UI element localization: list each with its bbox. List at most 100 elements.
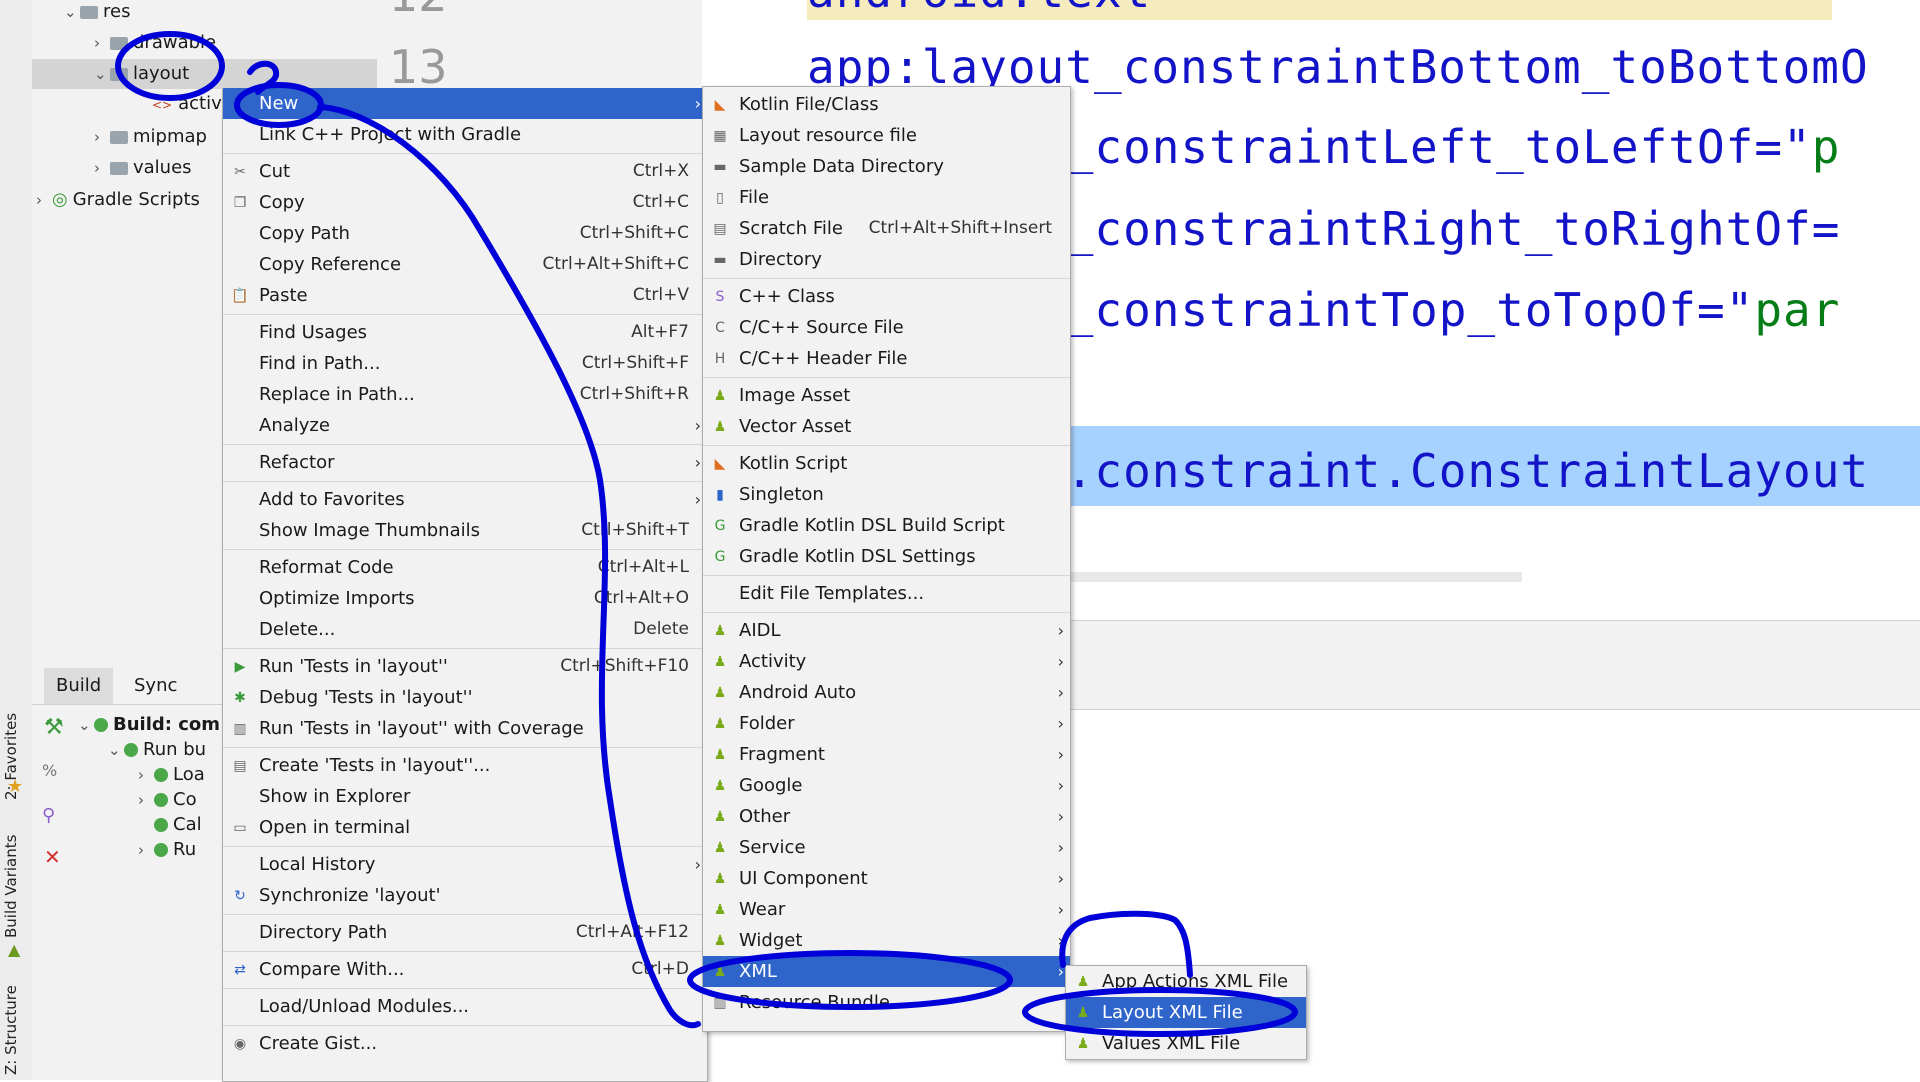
context-menu-item[interactable]: ▶ Run 'Tests in 'layout'' Ctrl+Shift+F10 [223,651,707,682]
new-menu-item[interactable]: ▤ Scratch File Ctrl+Alt+Shift+Insert [703,213,1070,244]
new-menu-item[interactable]: ◣ Kotlin File/Class [703,89,1070,120]
context-menu-item-label: Create 'Tests in 'layout''... [259,755,491,776]
shortcut-label: Ctrl+D [631,959,689,979]
line-number: 13 [389,40,448,94]
context-menu-item[interactable]: ▥ Run 'Tests in 'layout'' with Coverage [223,713,707,744]
toggle-view-icon[interactable]: % [42,761,57,780]
new-menu-item-label: Edit File Templates... [739,583,925,604]
context-menu-item[interactable]: Refactor › [223,447,707,478]
horizontal-scrollbar[interactable] [1067,572,1522,582]
new-menu-item[interactable]: ♟ UI Component › [703,863,1070,894]
new-menu-item[interactable]: ♟ Activity › [703,646,1070,677]
context-menu-item[interactable]: ◉ Create Gist... [223,1028,707,1059]
tree-item-values[interactable]: › values [94,153,192,183]
new-menu-item[interactable]: ♟ AIDL › [703,615,1070,646]
shortcut-label: Ctrl+Alt+Shift+C [542,254,689,274]
new-menu-item[interactable]: ▬ Directory [703,244,1070,275]
new-menu-item[interactable]: ▥ Resource Bundle [703,987,1070,1018]
ok-status-icon [94,718,108,732]
tab-build[interactable]: Build [44,668,114,704]
new-menu-item[interactable]: ▮ Singleton [703,479,1070,510]
new-menu-item[interactable]: ♟ Folder › [703,708,1070,739]
android-icon: ♟ [713,778,727,794]
context-menu-item[interactable]: ⇄ Compare With... Ctrl+D [223,954,707,985]
context-menu-item[interactable]: Show in Explorer [223,781,707,812]
chevron-right-icon: › [1057,652,1064,671]
context-menu-item[interactable]: ▤ Create 'Tests in 'layout''... [223,750,707,781]
context-menu-item[interactable]: Optimize Imports Ctrl+Alt+O [223,583,707,614]
build-variants-tab[interactable]: Build Variants [2,828,28,938]
pin-icon[interactable]: ⚲ [42,805,55,826]
scratch-icon: ▤ [713,221,727,237]
new-menu-item[interactable]: G Gradle Kotlin DSL Settings [703,541,1070,572]
context-menu-item[interactable]: ↻ Synchronize 'layout' [223,880,707,911]
tree-item-res[interactable]: ⌄ res [64,0,130,27]
new-menu-item[interactable]: ▦ Layout resource file [703,120,1070,151]
new-menu-item[interactable]: G Gradle Kotlin DSL Build Script [703,510,1070,541]
menu-separator [703,612,1070,613]
context-menu-item[interactable]: Directory Path Ctrl+Alt+F12 [223,917,707,948]
context-menu-item[interactable]: Find in Path... Ctrl+Shift+F [223,348,707,379]
new-menu-item[interactable]: ◣ Kotlin Script [703,448,1070,479]
tab-sync[interactable]: Sync [122,668,189,704]
tree-item-layout[interactable]: ⌄ layout [32,59,377,89]
new-menu-item[interactable]: ♟ Android Auto › [703,677,1070,708]
shortcut-label: Ctrl+Shift+T [581,520,689,540]
new-menu-item[interactable]: ♟ Image Asset [703,380,1070,411]
new-menu-item[interactable]: ♟ Wear › [703,894,1070,925]
context-menu-item[interactable]: Copy Path Ctrl+Shift+C [223,218,707,249]
context-menu-item[interactable]: Link C++ Project with Gradle [223,119,707,150]
new-menu-item[interactable]: C C/C++ Source File [703,312,1070,343]
new-menu-item[interactable]: H C/C++ Header File [703,343,1070,374]
context-menu-item[interactable]: Replace in Path... Ctrl+Shift+R [223,379,707,410]
close-icon[interactable]: ✕ [44,845,61,869]
chevron-right-icon: › [1057,776,1064,795]
tree-item-drawable[interactable]: › drawable [94,28,216,58]
new-menu-item[interactable]: ♟ Other › [703,801,1070,832]
xml-submenu: ♟ App Actions XML File ♟ Layout XML File ♟ Va… [1065,965,1307,1060]
context-menu-item[interactable]: New › [223,88,707,119]
context-menu-item[interactable]: ✂ Cut Ctrl+X [223,156,707,187]
new-menu-item[interactable]: ♟ Widget › [703,925,1070,956]
context-menu-item[interactable]: Copy Reference Ctrl+Alt+Shift+C [223,249,707,280]
new-menu-item[interactable]: Edit File Templates... [703,578,1070,609]
hammer-icon[interactable]: ⚒ [44,715,64,740]
context-menu-item[interactable]: Find Usages Alt+F7 [223,317,707,348]
chevron-right-icon: › [694,94,701,113]
new-menu-item[interactable]: ▯ File [703,182,1070,213]
ok-status-icon [154,793,168,807]
tree-item-activity-xml[interactable]: <> activ [152,89,222,119]
xml-menu-item[interactable]: ♟ Values XML File [1066,1028,1306,1059]
context-menu-item[interactable]: 📋 Paste Ctrl+V [223,280,707,311]
structure-tab[interactable]: Z: Structure [2,985,28,1075]
context-menu-item[interactable]: Show Image Thumbnails Ctrl+Shift+T [223,515,707,546]
build-step[interactable]: › Ru [138,835,196,865]
context-menu-item[interactable]: ▭ Open in terminal [223,812,707,843]
xml-menu-item[interactable]: ♟ App Actions XML File [1066,966,1306,997]
context-menu-item[interactable]: Add to Favorites › [223,484,707,515]
new-menu-item[interactable]: ♟ XML › [703,956,1070,987]
new-menu-item[interactable]: ♟ Google › [703,770,1070,801]
new-menu-item[interactable]: ▬ Sample Data Directory [703,151,1070,182]
new-menu-item[interactable]: S C++ Class [703,281,1070,312]
tree-item-mipmap[interactable]: › mipmap [94,122,207,152]
xml-menu-item[interactable]: ♟ Layout XML File [1066,997,1306,1028]
new-menu-item[interactable]: ♟ Vector Asset [703,411,1070,442]
new-menu-item[interactable]: ♟ Fragment › [703,739,1070,770]
context-menu-item[interactable]: ❐ Copy Ctrl+C [223,187,707,218]
new-menu-item-label: Fragment [739,744,825,765]
menu-separator [223,846,707,847]
new-menu-item[interactable]: ♟ Service › [703,832,1070,863]
context-menu-item[interactable]: Delete... Delete [223,614,707,645]
shortcut-label: Ctrl+Alt+Shift+Insert [868,218,1052,238]
xml-file-icon: <> [152,98,173,112]
android-icon: ♟ [713,716,727,732]
context-menu-item[interactable]: Load/Unload Modules... [223,991,707,1022]
context-menu-item[interactable]: ✱ Debug 'Tests in 'layout'' [223,682,707,713]
android-icon: ♟ [1076,974,1090,990]
context-menu-item[interactable]: Analyze › [223,410,707,441]
chevron-right-icon: › [694,416,701,435]
context-menu-item[interactable]: Local History › [223,849,707,880]
context-menu-item[interactable]: Reformat Code Ctrl+Alt+L [223,552,707,583]
tree-item-gradle-scripts[interactable]: › ◎ Gradle Scripts [36,185,200,215]
